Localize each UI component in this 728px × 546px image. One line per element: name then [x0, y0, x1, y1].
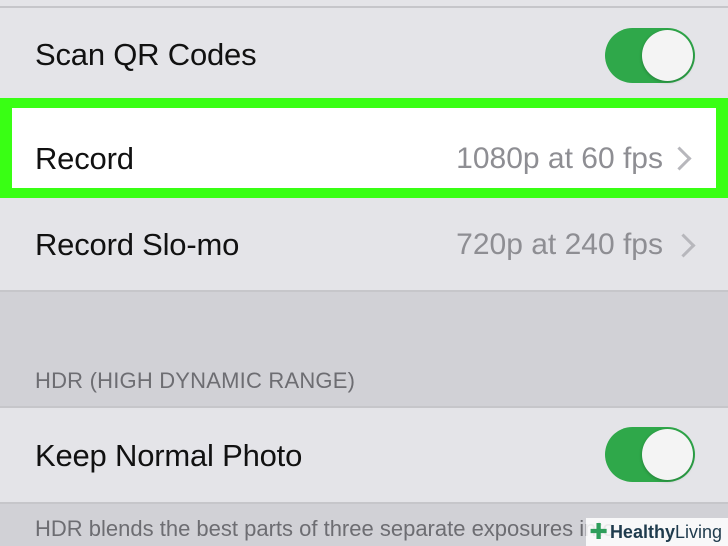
record-video-value: 1080p at 60 fps — [456, 142, 663, 175]
watermark-text-1: Healthy — [609, 521, 675, 542]
keep-normal-photo-label: Keep Normal Photo — [35, 438, 303, 473]
divider — [0, 290, 728, 292]
scan-qr-toggle[interactable] — [605, 28, 695, 83]
plus-cross-icon: ✚ — [589, 519, 608, 544]
scan-qr-row: Scan QR Codes — [0, 8, 728, 100]
record-slomo-label: Record Slo-mo — [35, 227, 240, 262]
watermark-logo: ✚ Healthy Living — [585, 518, 728, 546]
toggle-knob — [642, 429, 693, 480]
divider — [0, 502, 728, 504]
record-video-label: Record — [35, 141, 134, 176]
keep-normal-photo-row: Keep Normal Photo — [0, 408, 728, 502]
hdr-section-header: HDR (HIGH DYNAMIC RANGE) — [35, 368, 356, 393]
scan-qr-label: Scan QR Codes — [35, 37, 257, 72]
record-video-highlight: Record 1080p at 60 fps — [0, 98, 728, 198]
watermark-text-2: Living — [674, 521, 722, 542]
chevron-right-icon — [667, 146, 692, 171]
chevron-right-icon — [671, 233, 696, 258]
hdr-footer-text: HDR blends the best parts of three separ… — [35, 516, 615, 541]
toggle-knob — [642, 30, 693, 81]
record-slomo-value: 720p at 240 fps — [456, 228, 663, 261]
record-slomo-row[interactable]: Record Slo-mo 720p at 240 fps — [0, 198, 728, 290]
keep-normal-photo-toggle[interactable] — [605, 427, 695, 482]
record-video-row[interactable]: Record 1080p at 60 fps — [12, 108, 716, 188]
